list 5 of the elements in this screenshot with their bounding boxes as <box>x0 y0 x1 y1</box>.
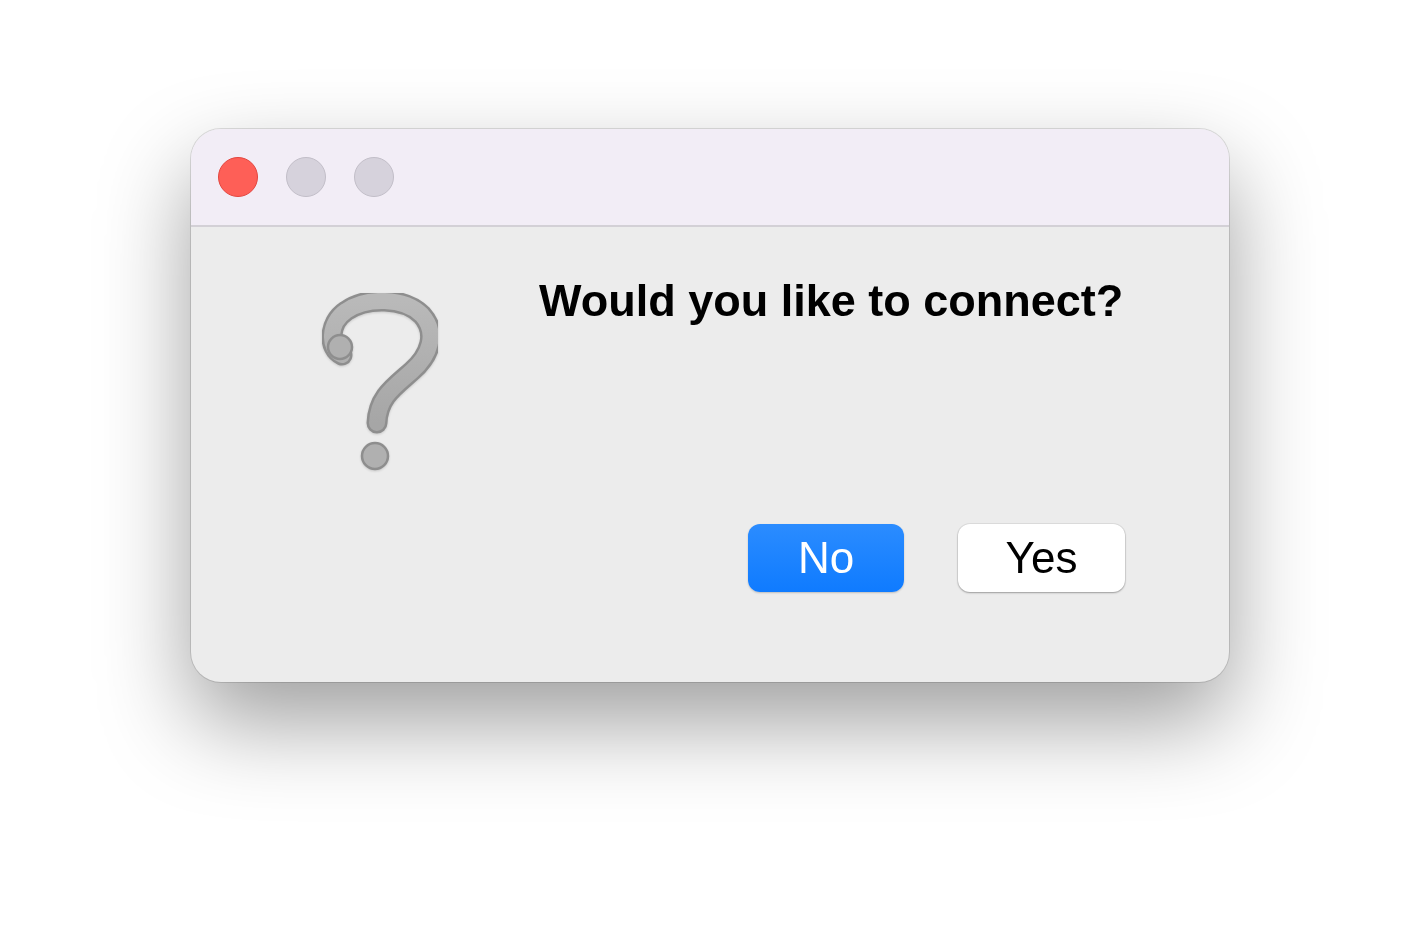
dialog-button[interactable]: No <box>748 524 904 592</box>
question-mark-icon <box>322 293 438 471</box>
dialog-message: Would you like to connect? <box>539 275 1125 327</box>
dialog-button[interactable]: Yes <box>958 524 1125 592</box>
close-window-icon[interactable] <box>218 157 258 197</box>
